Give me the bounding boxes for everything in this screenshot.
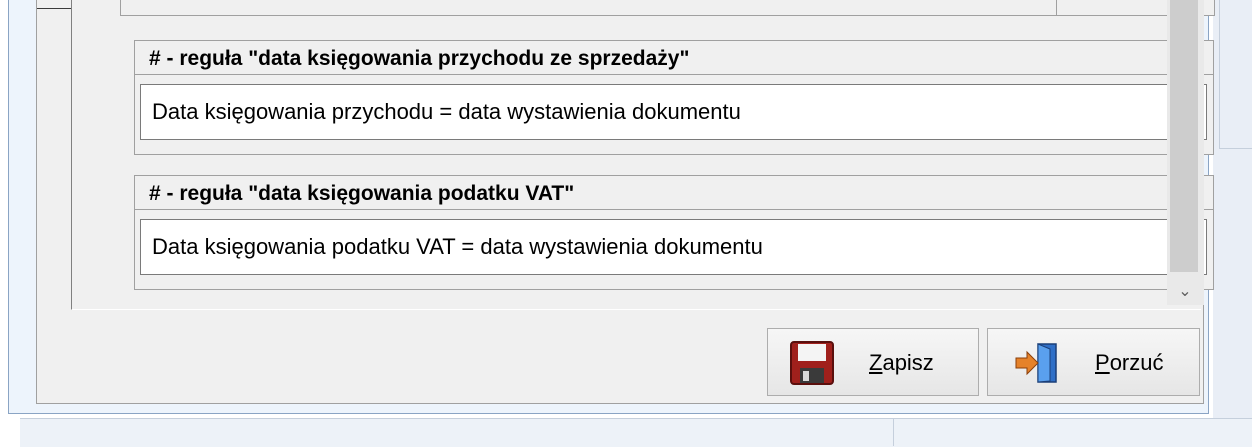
dialog-body: # - reguła "data księgowania przychodu z… (36, 0, 1215, 404)
background-divider (1219, 0, 1220, 148)
background-statusbar (20, 418, 1252, 447)
combo-selected-value: Data księgowania przychodu = data wystaw… (152, 99, 741, 124)
revenue-date-rule-combo[interactable]: Data księgowania przychodu = data wystaw… (140, 84, 1207, 140)
save-button[interactable]: Zapisz (767, 328, 979, 396)
rule-group-revenue-date: # - reguła "data księgowania przychodu z… (134, 40, 1214, 155)
table-column-divider (1056, 0, 1057, 16)
rule-group-header: # - reguła "data księgowania przychodu z… (135, 41, 1213, 75)
background-divider (893, 418, 894, 446)
dialog-frame: # - reguła "data księgowania przychodu z… (8, 0, 1215, 414)
exit-door-icon (1014, 341, 1060, 390)
table-row (120, 0, 1215, 16)
floppy-disk-icon (790, 341, 834, 390)
rule-group-vat-date: # - reguła "data księgowania podatku VAT… (134, 175, 1214, 290)
save-button-label: Zapisz (869, 350, 934, 375)
scroll-down-arrow-icon[interactable]: ⌄ (1176, 283, 1194, 301)
settings-scroll-panel: # - reguła "data księgowania przychodu z… (71, 0, 1215, 310)
scrollbar-thumb[interactable] (1170, 0, 1198, 272)
discard-button-label: Porzuć (1095, 350, 1164, 375)
combo-selected-value: Data księgowania podatku VAT = data wyst… (152, 234, 763, 259)
vat-date-rule-combo[interactable]: Data księgowania podatku VAT = data wyst… (140, 219, 1207, 275)
discard-button[interactable]: Porzuć (987, 328, 1200, 396)
background-divider (1219, 148, 1252, 149)
rule-group-header: # - reguła "data księgowania podatku VAT… (135, 176, 1213, 210)
